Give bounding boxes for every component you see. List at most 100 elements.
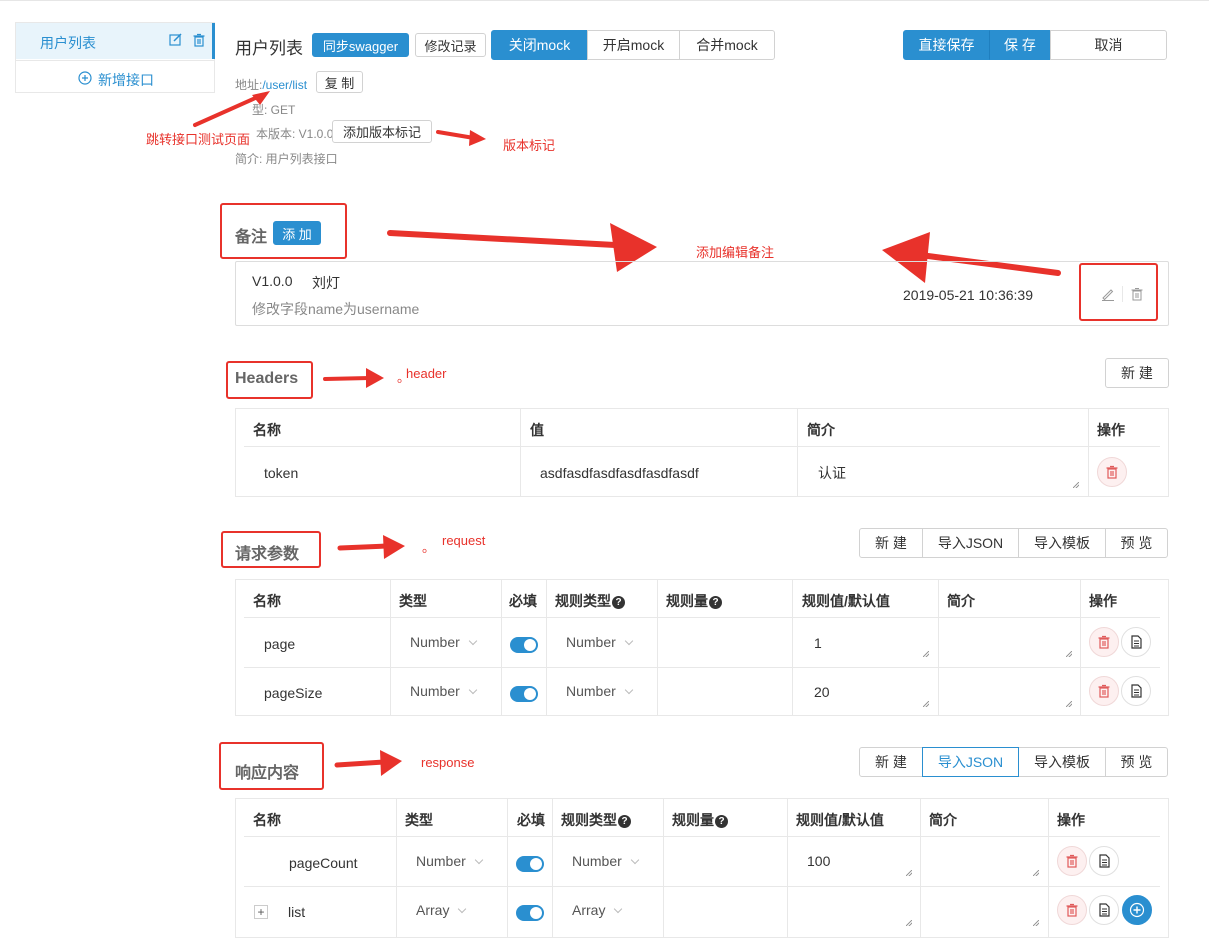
required-toggle[interactable] — [510, 637, 538, 653]
rule-type-select[interactable]: Number — [572, 853, 640, 869]
sync-swagger-button[interactable]: 同步swagger — [312, 33, 409, 57]
request-col-rule-amount: 规则量? — [666, 591, 722, 611]
delete-param-button[interactable] — [1089, 627, 1119, 657]
help-icon[interactable]: ? — [618, 815, 631, 828]
delete-field-button[interactable] — [1057, 895, 1087, 925]
param-name-field[interactable]: page — [264, 636, 295, 652]
edit-icon[interactable] — [169, 33, 183, 47]
headers-col-value: 值 — [530, 422, 544, 438]
cancel-button[interactable]: 取消 — [1050, 30, 1167, 60]
response-import-template-button[interactable]: 导入模板 — [1018, 747, 1106, 777]
sidebar-item-user-list[interactable]: 用户列表 — [16, 23, 215, 59]
copy-button[interactable]: 复 制 — [316, 71, 363, 93]
request-preview-button[interactable]: 预 览 — [1105, 528, 1168, 558]
chevron-down-icon — [624, 636, 634, 646]
default-value-textarea[interactable]: 100 — [792, 841, 915, 879]
chevron-down-icon — [474, 855, 484, 865]
response-new-button[interactable]: 新 建 — [859, 747, 923, 777]
default-value-textarea[interactable]: 1 — [798, 622, 932, 660]
document-icon — [1099, 903, 1110, 917]
response-col-name: 名称 — [253, 812, 281, 828]
response-col-default: 规则值/默认值 — [796, 812, 884, 828]
request-import-template-button[interactable]: 导入模板 — [1018, 528, 1106, 558]
delete-param-button[interactable] — [1089, 676, 1119, 706]
open-mock-button[interactable]: 开启mock — [587, 30, 680, 60]
request-col-rule-type: 规则类型? — [555, 591, 625, 611]
merge-mock-button[interactable]: 合并mock — [679, 30, 775, 60]
help-icon[interactable]: ? — [715, 815, 728, 828]
add-version-tag-button[interactable]: 添加版本标记 — [332, 120, 432, 143]
api-sidebar: 用户列表 新增接口 — [15, 22, 215, 93]
copy-field-button[interactable] — [1089, 895, 1119, 925]
copy-param-button[interactable] — [1121, 676, 1151, 706]
header-desc-textarea[interactable]: 认证 — [801, 451, 1082, 491]
close-mock-button[interactable]: 关闭mock — [491, 30, 588, 60]
param-desc-textarea[interactable] — [942, 672, 1075, 710]
annotation-jump: 跳转接口测试页面 — [146, 132, 251, 147]
help-icon[interactable]: ? — [612, 596, 625, 609]
default-value: 20 — [814, 684, 830, 700]
request-params-table: 名称 类型 必填 规则类型? 规则量? 规则值/默认值 简介 操作 page N… — [235, 579, 1169, 716]
trash-icon[interactable] — [192, 33, 206, 47]
trash-icon — [1066, 903, 1078, 917]
copy-field-button[interactable] — [1089, 846, 1119, 876]
add-api-button[interactable]: 新增接口 — [16, 60, 215, 94]
response-toolbar: 新 建 导入JSON 导入模板 预 览 — [859, 747, 1168, 777]
field-desc-textarea[interactable] — [925, 891, 1042, 929]
headers-col-name: 名称 — [253, 422, 281, 438]
request-col-type: 类型 — [399, 593, 427, 609]
required-toggle[interactable] — [516, 905, 544, 921]
field-desc-textarea[interactable] — [925, 841, 1042, 879]
add-child-field-button[interactable] — [1122, 895, 1152, 925]
response-preview-button[interactable]: 预 览 — [1105, 747, 1168, 777]
rule-type-select[interactable]: Number — [566, 634, 634, 650]
field-type-select[interactable]: Array — [416, 902, 467, 918]
param-desc-textarea[interactable] — [942, 622, 1075, 660]
header-value-field[interactable]: asdfasdfasdfasdfasdfasdf — [540, 465, 699, 481]
request-col-desc: 简介 — [947, 593, 975, 609]
save-button[interactable]: 保 存 — [989, 30, 1051, 60]
request-import-json-button[interactable]: 导入JSON — [922, 528, 1019, 558]
headers-title: Headers — [235, 370, 299, 387]
headers-col-desc: 简介 — [807, 422, 835, 438]
field-type-select[interactable]: Number — [416, 853, 484, 869]
response-import-json-button[interactable]: 导入JSON — [922, 747, 1019, 777]
save-button-group: 直接保存 保 存 取消 — [903, 30, 1167, 60]
header-name-field[interactable]: token — [264, 465, 298, 481]
rule-type-select[interactable]: Array — [572, 902, 623, 918]
param-name-field[interactable]: pageSize — [264, 685, 322, 701]
annotation-arrow-jump — [193, 91, 270, 127]
document-icon — [1099, 854, 1110, 868]
field-name-input[interactable]: pageCount — [289, 855, 358, 871]
add-remark-button[interactable]: 添 加 — [273, 221, 321, 245]
param-type-select[interactable]: Number — [410, 683, 478, 699]
rule-type-select[interactable]: Number — [566, 683, 634, 699]
delete-header-button[interactable] — [1097, 457, 1127, 487]
help-icon[interactable]: ? — [709, 596, 722, 609]
history-button[interactable]: 修改记录 — [415, 33, 486, 57]
param-type-select[interactable]: Number — [410, 634, 478, 650]
request-col-name: 名称 — [253, 593, 281, 609]
response-col-actions: 操作 — [1057, 812, 1085, 828]
new-header-button[interactable]: 新 建 — [1105, 358, 1169, 388]
response-table: 名称 类型 必填 规则类型? 规则量? 规则值/默认值 简介 操作 pageCo… — [235, 798, 1169, 938]
trash-icon — [1106, 465, 1118, 479]
default-value-textarea[interactable]: 20 — [798, 672, 932, 710]
chevron-down-icon — [630, 855, 640, 865]
delete-field-button[interactable] — [1057, 846, 1087, 876]
annotation-arrow-version — [436, 130, 486, 146]
annotation-box-remark-actions — [1079, 263, 1158, 321]
default-value: 100 — [807, 853, 831, 869]
request-new-button[interactable]: 新 建 — [859, 528, 923, 558]
response-col-rule-amount: 规则量? — [672, 810, 728, 830]
response-col-type: 类型 — [405, 812, 433, 828]
request-col-actions: 操作 — [1089, 593, 1117, 609]
required-toggle[interactable] — [516, 856, 544, 872]
default-value-textarea[interactable] — [792, 891, 915, 929]
expand-row-button[interactable]: + — [254, 905, 268, 919]
save-direct-button[interactable]: 直接保存 — [903, 30, 990, 60]
required-toggle[interactable] — [510, 686, 538, 702]
copy-param-button[interactable] — [1121, 627, 1151, 657]
field-name-input[interactable]: list — [288, 904, 305, 920]
response-col-rule-type: 规则类型? — [561, 810, 631, 830]
